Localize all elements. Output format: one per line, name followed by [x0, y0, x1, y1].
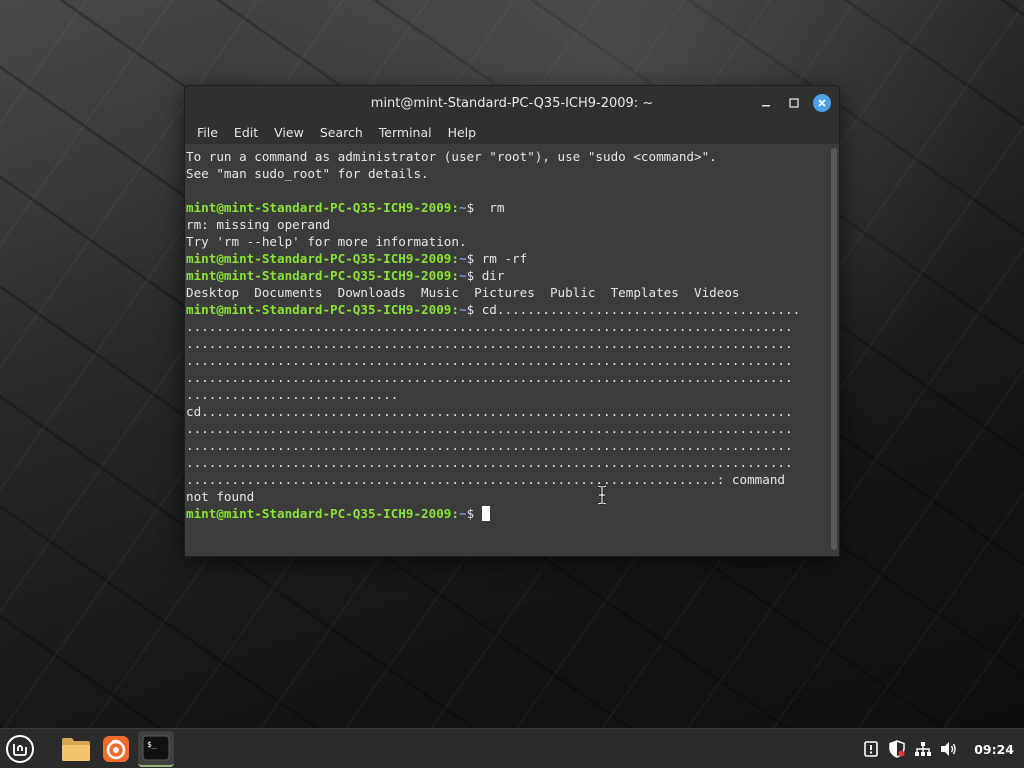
command-text: ~$ rm [458, 200, 505, 215]
terminal-output-area[interactable]: To run a command as administrator (user … [185, 144, 839, 556]
menu-item-help[interactable]: Help [440, 125, 485, 140]
terminal-line: Desktop Documents Downloads Music Pictur… [186, 285, 740, 300]
command-text: ~$ [458, 506, 482, 521]
firefox-icon [103, 736, 129, 762]
command-text: ~$ rm -rf [458, 251, 528, 266]
shell-prompt: mint@mint-Standard-PC-Q35-ICH9-2009: [186, 506, 459, 521]
minimize-icon [762, 105, 770, 107]
update-manager-icon [864, 741, 879, 757]
terminal-window[interactable]: mint@mint-Standard-PC-Q35-ICH9-2009: ~ F… [184, 85, 840, 557]
window-title: mint@mint-Standard-PC-Q35-ICH9-2009: ~ [370, 95, 654, 111]
taskbar-launchers: $_ [0, 729, 174, 768]
terminal-line: ........................................… [186, 370, 793, 385]
security-button[interactable] [888, 740, 906, 758]
taskbar: $_ 09:24 [0, 728, 1024, 768]
terminal-line: ........................................… [186, 421, 793, 436]
terminal-line: mint@mint-Standard-PC-Q35-ICH9-2009:~$ r… [186, 199, 826, 216]
menu-bar: File Edit View Search Terminal Help [185, 120, 839, 144]
firefox-launcher[interactable] [98, 731, 134, 767]
terminal-line: See "man sudo_root" for details. [186, 166, 429, 181]
terminal-line: ............................ [186, 387, 399, 402]
terminal-line: Try 'rm --help' for more information. [186, 234, 467, 249]
terminal-line: ........................................… [186, 455, 793, 470]
terminal-launcher[interactable]: $_ [138, 731, 174, 767]
volume-button[interactable] [940, 740, 958, 758]
terminal-line: ........................................… [186, 336, 793, 351]
menu-item-edit[interactable]: Edit [226, 125, 266, 140]
terminal-line: To run a command as administrator (user … [186, 149, 717, 164]
shell-prompt: mint@mint-Standard-PC-Q35-ICH9-2009: [186, 200, 459, 215]
minimize-button[interactable] [757, 94, 775, 112]
shell-prompt: mint@mint-Standard-PC-Q35-ICH9-2009: [186, 268, 459, 283]
close-icon [818, 99, 826, 107]
menu-item-view[interactable]: View [266, 125, 312, 140]
network-icon [915, 742, 932, 756]
shell-prompt: mint@mint-Standard-PC-Q35-ICH9-2009: [186, 251, 459, 266]
terminal-line: mint@mint-Standard-PC-Q35-ICH9-2009:~$ d… [186, 267, 826, 284]
terminal-icon: $_ [142, 735, 170, 761]
maximize-icon [789, 98, 799, 108]
terminal-line: cd......................................… [186, 404, 793, 419]
files-launcher[interactable] [58, 731, 94, 767]
volume-icon [941, 742, 956, 756]
terminal-line: not found [186, 489, 255, 504]
terminal-line: mint@mint-Standard-PC-Q35-ICH9-2009:~$ [186, 505, 826, 522]
terminal-line: ........................................… [186, 438, 793, 453]
shield-icon [889, 740, 905, 758]
maximize-button[interactable] [785, 94, 803, 112]
system-tray: 09:24 [862, 729, 1014, 768]
terminal-line: rm: missing operand [186, 217, 331, 232]
update-manager-button[interactable] [862, 740, 880, 758]
command-text: ~$ cd...................................… [458, 302, 801, 317]
terminal-cursor [481, 506, 490, 521]
window-titlebar[interactable]: mint@mint-Standard-PC-Q35-ICH9-2009: ~ [185, 86, 839, 120]
window-controls [757, 86, 831, 120]
menu-button[interactable] [0, 729, 40, 768]
scrollbar[interactable] [831, 148, 837, 550]
shell-prompt: mint@mint-Standard-PC-Q35-ICH9-2009: [186, 302, 459, 317]
network-button[interactable] [914, 740, 932, 758]
menu-item-terminal[interactable]: Terminal [371, 125, 440, 140]
terminal-line: mint@mint-Standard-PC-Q35-ICH9-2009:~$ r… [186, 250, 826, 267]
menu-item-file[interactable]: File [189, 125, 226, 140]
menu-icon [6, 735, 34, 763]
terminal-line: ........................................… [186, 353, 793, 368]
terminal-text: To run a command as administrator (user … [186, 148, 826, 522]
terminal-line: ........................................… [186, 472, 785, 487]
close-button[interactable] [813, 94, 831, 112]
clock[interactable]: 09:24 [974, 742, 1014, 757]
menu-item-search[interactable]: Search [312, 125, 371, 140]
command-text: ~$ dir [458, 268, 505, 283]
files-icon [62, 738, 90, 761]
svg-text:$_: $_ [147, 740, 157, 749]
terminal-line: ........................................… [186, 319, 793, 334]
terminal-line: mint@mint-Standard-PC-Q35-ICH9-2009:~$ c… [186, 301, 826, 318]
text-cursor-icon [597, 485, 607, 505]
